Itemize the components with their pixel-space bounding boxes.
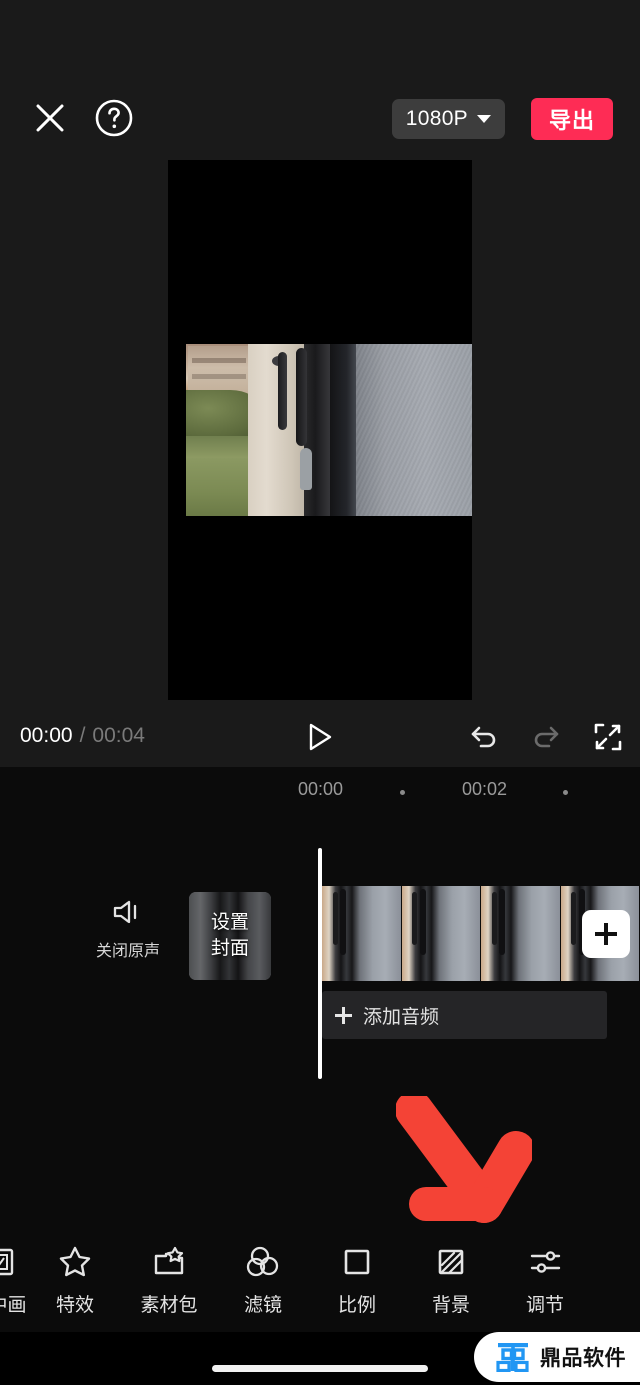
toolbar-label: 调节 [525, 1295, 564, 1316]
close-icon [36, 104, 64, 132]
ruler-tick-label: 00:00 [298, 779, 344, 799]
fullscreen-button[interactable] [592, 721, 624, 753]
add-audio-button[interactable]: 添加音频 [322, 991, 607, 1039]
adjust-sliders-icon [530, 1251, 561, 1273]
photo-glass-dark [330, 344, 358, 516]
material-pack-icon [154, 1246, 184, 1275]
toolbar-label: 素材包 [140, 1295, 198, 1316]
ruler-tick-label: 00:02 [462, 779, 508, 799]
photo-door-handle-right [296, 348, 307, 446]
toolbar-item-filter[interactable]: 滤镜 [216, 1232, 310, 1317]
current-time: 00:00 [20, 724, 73, 747]
add-audio-label: 添加音频 [363, 1006, 440, 1028]
time-display: 00:00 / 00:04 [20, 724, 145, 748]
cover-text-line1: 设置 [210, 911, 249, 933]
toolbar-label: 画中画 [0, 1295, 27, 1316]
resolution-label: 1080P [405, 107, 468, 130]
time-separator: / [79, 724, 86, 747]
aspect-ratio-square-icon [344, 1249, 370, 1275]
chevron-down-icon [477, 115, 491, 123]
photo-door-panel [304, 344, 332, 516]
undo-icon [471, 726, 496, 748]
preview-area [0, 160, 640, 705]
toolbar-item-adjust[interactable]: 调节 [498, 1232, 592, 1317]
photo-door-handle-left [278, 352, 287, 430]
clip-thumbnail [401, 886, 481, 981]
mute-label: 关闭原声 [95, 943, 160, 960]
help-button[interactable] [94, 98, 134, 138]
toolbar-item-aspect-ratio[interactable]: 比例 [310, 1232, 404, 1317]
dingpin-logo-icon [496, 1343, 529, 1372]
total-time: 00:04 [92, 724, 145, 747]
cover-text: 设置 封面 [189, 892, 271, 980]
clip-thumbnail [481, 886, 561, 981]
play-button[interactable] [305, 722, 335, 752]
filter-circles-icon [246, 1246, 279, 1277]
ruler-tick-dot [563, 790, 568, 795]
top-bar: 1080P 导出 [0, 0, 640, 160]
close-button[interactable] [30, 98, 70, 138]
photo-grey-wall [356, 344, 472, 516]
play-icon [309, 723, 332, 751]
redo-icon [534, 726, 559, 748]
plus-icon [335, 1006, 352, 1024]
toolbar-item-effects[interactable]: 特效 [28, 1232, 122, 1317]
background-hatch-icon [438, 1249, 464, 1275]
star-effects-icon [59, 1246, 91, 1277]
picture-in-picture-icon [0, 1248, 14, 1276]
cover-text-line2: 封面 [210, 938, 249, 959]
bottom-toolbar: 画中画 特效 素材包 滤镜 [0, 1232, 640, 1332]
watermark-text: 鼎品软件 [540, 1347, 626, 1370]
photo-door-latch [300, 448, 312, 490]
clip-thumbnail [322, 886, 402, 981]
undo-button[interactable] [468, 721, 500, 753]
export-button[interactable]: 导出 [531, 98, 613, 140]
redo-button[interactable] [530, 721, 562, 753]
mute-original-sound-button[interactable]: 关闭原声 [95, 897, 161, 961]
timeline-ruler[interactable]: 00:00 00:02 [0, 775, 640, 811]
photo-building [188, 346, 250, 394]
watermark: 鼎品软件 [474, 1332, 640, 1382]
help-question-icon [95, 99, 133, 137]
set-cover-button[interactable]: 设置 封面 [189, 892, 271, 980]
export-label: 导出 [548, 108, 595, 133]
player-controls: 00:00 / 00:04 [0, 705, 640, 767]
plus-icon [595, 923, 617, 945]
video-frame-image [186, 344, 472, 516]
toolbar-label: 滤镜 [243, 1295, 282, 1316]
ruler-tick-dot [400, 790, 405, 795]
toolbar-item-material-pack[interactable]: 素材包 [122, 1232, 216, 1317]
toolbar-label: 特效 [55, 1295, 94, 1316]
toolbar-label: 背景 [431, 1295, 470, 1316]
speaker-mute-icon [113, 900, 137, 924]
fullscreen-expand-icon [594, 723, 622, 751]
toolbar-item-pip[interactable]: 画中画 [0, 1232, 28, 1317]
toolbar-item-background[interactable]: 背景 [404, 1232, 498, 1317]
toolbar-label: 比例 [337, 1295, 376, 1316]
add-clip-button[interactable] [582, 910, 630, 958]
resolution-selector[interactable]: 1080P [391, 99, 505, 139]
video-editor-screen: 1080P 导出 00:00 / 00:04 00:00 00:02 关闭原声 … [0, 0, 640, 1385]
home-indicator[interactable] [212, 1365, 428, 1372]
video-canvas[interactable] [168, 160, 472, 700]
edit-history-controls [468, 721, 624, 753]
